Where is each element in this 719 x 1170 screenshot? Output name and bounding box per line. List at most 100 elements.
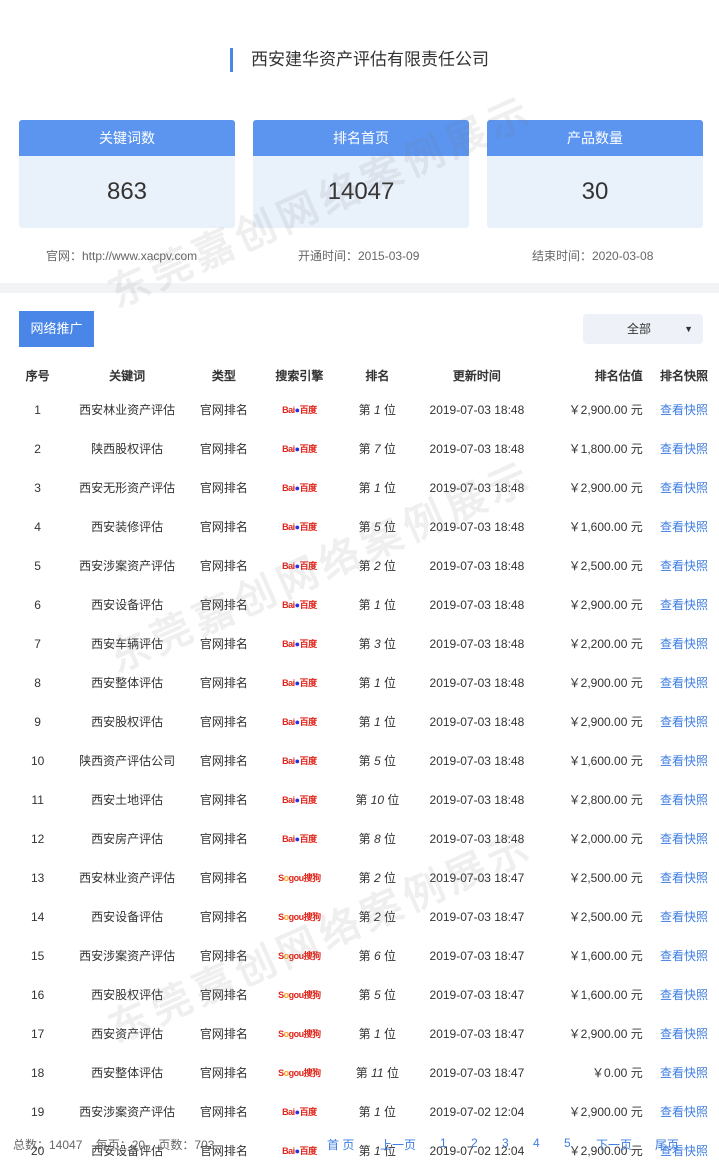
- view-snapshot-link[interactable]: 查看快照: [660, 793, 708, 807]
- pager-next[interactable]: 下一页: [596, 1136, 632, 1153]
- cell-engine: Bai●百度: [250, 1092, 349, 1131]
- cell-keyword: 西安车辆评估: [91, 637, 164, 651]
- baidu-logo-icon: Bai●百度: [282, 522, 317, 533]
- cell-seq: 2: [34, 441, 41, 456]
- cell-keyword: 西安无形资产评估: [79, 481, 176, 495]
- cell-value: ￥2,000.00 元: [568, 832, 643, 846]
- pager-page-2[interactable]: 2: [471, 1136, 478, 1150]
- view-snapshot-link[interactable]: 查看快照: [660, 559, 708, 573]
- view-snapshot-link[interactable]: 查看快照: [660, 832, 708, 846]
- cell-rank: 第 10 位: [349, 780, 406, 819]
- baidu-logo-icon: Bai●百度: [282, 795, 317, 806]
- cell-rank: 第 5 位: [349, 507, 406, 546]
- cell-value: ￥1,600.00 元: [568, 949, 643, 963]
- rank-suffix: 位: [384, 832, 397, 846]
- cell-type: 官网排名: [199, 520, 248, 534]
- pager-page-3[interactable]: 3: [502, 1136, 509, 1150]
- website-info: 官网：http://www.xacpv.com: [46, 249, 198, 263]
- view-snapshot-link[interactable]: 查看快照: [660, 598, 708, 612]
- view-snapshot-link[interactable]: 查看快照: [660, 871, 708, 885]
- view-snapshot-link[interactable]: 查看快照: [660, 910, 708, 924]
- sogou-logo-icon: Sogou搜狗: [278, 1029, 321, 1040]
- table-row: 17 西安资产评估 官网排名 Sogou搜狗 第 1 位 2019-07-03 18:47…: [19, 1014, 709, 1053]
- cell-type: 官网排名: [199, 637, 248, 651]
- view-snapshot-link[interactable]: 查看快照: [660, 754, 708, 768]
- cell-keyword: 西安林业资产评估: [79, 871, 176, 885]
- view-snapshot-link[interactable]: 查看快照: [660, 442, 708, 456]
- rank-prefix: 第: [358, 1027, 371, 1041]
- pager-page-4[interactable]: 4: [533, 1136, 540, 1150]
- pager-prev[interactable]: 上一页: [380, 1136, 416, 1153]
- cell-rank: 第 6 位: [349, 936, 406, 975]
- cell-seq: 17: [30, 1026, 45, 1041]
- view-snapshot-link[interactable]: 查看快照: [660, 676, 708, 690]
- rank-number: 1: [374, 481, 381, 495]
- section-divider: [0, 283, 719, 293]
- cell-snapshot: 查看快照: [653, 975, 709, 1014]
- cell-rank: 第 1 位: [349, 702, 406, 741]
- rank-suffix: 位: [384, 481, 397, 495]
- rank-prefix: 第: [358, 988, 371, 1002]
- pager-first[interactable]: 首 页: [327, 1136, 354, 1153]
- table-row: 7 西安车辆评估 官网排名 Bai●百度 第 3 位 2019-07-03 18:48 ￥2…: [19, 624, 709, 663]
- page-title: 西安建华资产评估有限责任公司: [230, 48, 489, 72]
- cell-seq: 1: [34, 402, 41, 417]
- cell-rank: 第 1 位: [349, 585, 406, 624]
- rank-prefix: 第: [358, 949, 371, 963]
- cell-snapshot: 查看快照: [653, 1014, 709, 1053]
- baidu-logo-icon: Bai●百度: [282, 600, 317, 611]
- rank-number: 2: [374, 910, 381, 924]
- cell-keyword: 西安涉案资产评估: [79, 559, 176, 573]
- baidu-logo-icon: Bai●百度: [282, 1107, 317, 1118]
- cell-snapshot: 查看快照: [653, 624, 709, 663]
- table-row: 1 西安林业资产评估 官网排名 Bai●百度 第 1 位 2019-07-03 18:48…: [19, 390, 709, 429]
- cell-update-time: 2019-07-03 18:47: [429, 1026, 525, 1041]
- cell-keyword: 西安整体评估: [91, 1066, 164, 1080]
- cell-update-time: 2019-07-03 18:48: [429, 753, 525, 768]
- view-snapshot-link[interactable]: 查看快照: [660, 1105, 708, 1119]
- view-snapshot-link[interactable]: 查看快照: [660, 949, 708, 963]
- cell-engine: Sogou搜狗: [250, 936, 349, 975]
- view-snapshot-link[interactable]: 查看快照: [660, 1027, 708, 1041]
- cell-keyword: 西安土地评估: [91, 793, 164, 807]
- view-snapshot-link[interactable]: 查看快照: [660, 403, 708, 417]
- rank-suffix: 位: [384, 871, 397, 885]
- rank-suffix: 位: [384, 520, 397, 534]
- cell-keyword: 西安林业资产评估: [79, 403, 176, 417]
- rank-suffix: 位: [386, 1066, 399, 1080]
- cell-value: ￥2,900.00 元: [568, 481, 643, 495]
- pager-last[interactable]: 尾页: [655, 1136, 679, 1153]
- view-snapshot-link[interactable]: 查看快照: [660, 637, 708, 651]
- cell-snapshot: 查看快照: [653, 741, 709, 780]
- cell-rank: 第 11 位: [349, 1053, 406, 1092]
- view-snapshot-link[interactable]: 查看快照: [660, 1066, 708, 1080]
- cell-keyword: 西安股权评估: [91, 988, 164, 1002]
- col-seq: 序号: [25, 369, 50, 383]
- engine-filter-select[interactable]: 全部 ▼: [583, 314, 703, 344]
- tab-network-promotion[interactable]: 网络推广: [19, 311, 94, 347]
- stat-label: 产品数量: [487, 120, 703, 156]
- rank-number: 5: [374, 754, 381, 768]
- ranking-table: 序号 关键词 类型 搜索引擎 排名 更新时间 排名估值 排名快照 1 西安林业资产…: [19, 361, 709, 1170]
- view-snapshot-link[interactable]: 查看快照: [660, 520, 708, 534]
- cell-value: ￥2,900.00 元: [568, 598, 643, 612]
- cell-update-time: 2019-07-03 18:48: [429, 675, 525, 690]
- col-engine: 搜索引擎: [275, 369, 324, 383]
- cell-keyword: 西安资产评估: [91, 1027, 164, 1041]
- view-snapshot-link[interactable]: 查看快照: [660, 988, 708, 1002]
- rank-prefix: 第: [358, 871, 371, 885]
- cell-seq: 16: [30, 987, 45, 1002]
- rank-suffix: 位: [384, 676, 397, 690]
- cell-update-time: 2019-07-03 18:47: [429, 1065, 525, 1080]
- rank-prefix: 第: [358, 481, 371, 495]
- cell-seq: 19: [30, 1104, 45, 1119]
- cell-engine: Bai●百度: [250, 780, 349, 819]
- cell-keyword: 西安设备评估: [91, 910, 164, 924]
- pagination-bar: 总数：14047 每页：20 页数：703 首 页 上一页 1 2 3 4 5 …: [0, 1136, 719, 1154]
- view-snapshot-link[interactable]: 查看快照: [660, 481, 708, 495]
- pager-page-5[interactable]: 5: [564, 1136, 571, 1150]
- pager-page-1[interactable]: 1: [440, 1136, 447, 1150]
- cell-keyword: 陕西股权评估: [91, 442, 164, 456]
- view-snapshot-link[interactable]: 查看快照: [660, 715, 708, 729]
- baidu-logo-icon: Bai●百度: [282, 561, 317, 572]
